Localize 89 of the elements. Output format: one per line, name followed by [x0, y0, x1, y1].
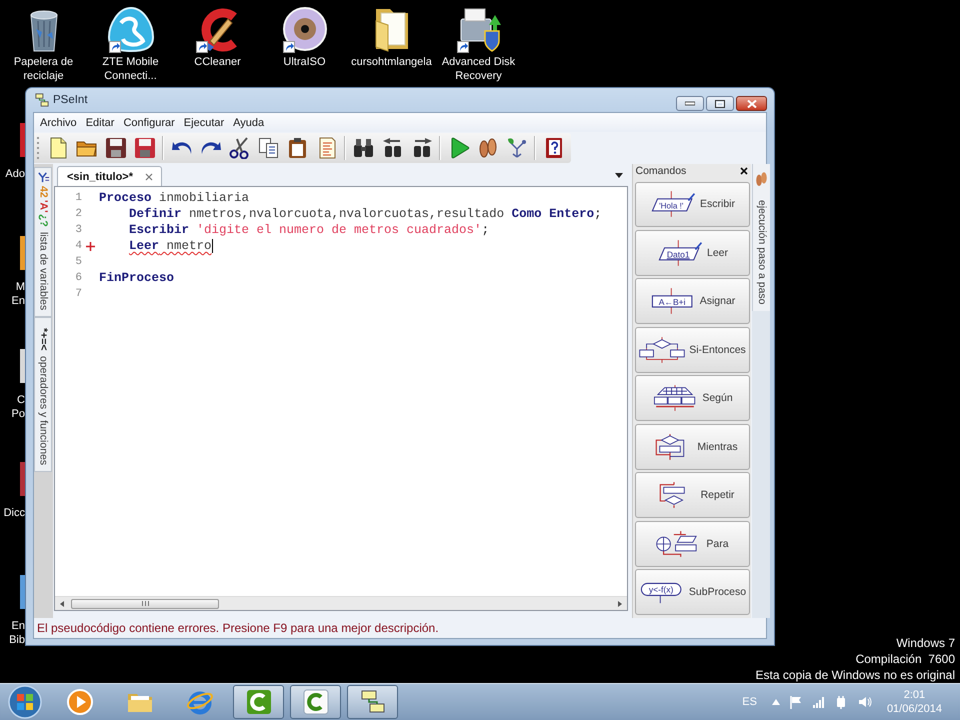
side-tab[interactable]: ejecución paso a paso	[752, 164, 770, 310]
variables-icon	[36, 171, 50, 184]
menu-item[interactable]: Configurar	[121, 114, 182, 132]
system-notice: Esta copia de Windows no es original	[756, 667, 955, 683]
line-number: 6	[74, 272, 82, 284]
maximize-button[interactable]	[706, 96, 734, 111]
close-icon	[740, 167, 748, 176]
close-button[interactable]	[736, 96, 767, 111]
horizontal-scrollbar[interactable]	[55, 596, 627, 610]
command-button[interactable]: Según	[634, 375, 750, 422]
icon-label: M En	[12, 280, 25, 308]
app-icon[interactable]	[106, 5, 154, 53]
close-icon	[145, 172, 154, 180]
taskbar-button[interactable]	[290, 685, 341, 719]
clipboard-icon	[286, 137, 308, 159]
system-notice: Windows 7	[896, 635, 955, 651]
command-button[interactable]: Si-Entonces	[634, 326, 750, 373]
command-button[interactable]: A←B+i Asignar	[634, 278, 750, 324]
copy-icon	[258, 137, 280, 159]
start-orb-icon	[8, 685, 42, 719]
c-logo-icon	[244, 688, 272, 716]
flowchart-icon	[35, 93, 49, 107]
symbol-text: *+=<	[36, 328, 50, 351]
c-logo-icon	[302, 688, 330, 716]
code-line: Definir nmetros,nvalorcuota,nvalorcuotas,resultado Como Entero;	[129, 206, 602, 222]
code-line: Escribir 'digite el numero de metros cuadrados';	[129, 222, 490, 238]
line-number: 7	[74, 288, 82, 300]
symbol-text: 'A'	[36, 200, 50, 212]
right-arrow-icon	[618, 600, 622, 606]
line-number: 5	[74, 256, 82, 268]
symbol-text: ¿?	[36, 214, 50, 228]
window-title: PSeInt	[53, 94, 88, 106]
panel-title: Comandos	[636, 165, 686, 178]
side-tab[interactable]: 42 'A' ¿? lista de variables	[34, 167, 52, 318]
code-line: Proceso inmobiliaria	[99, 190, 250, 206]
icon-label: Dicc	[4, 506, 25, 520]
up-triangle-icon	[772, 699, 780, 705]
left-arrow-icon	[60, 600, 64, 606]
binoculars-icon	[352, 137, 374, 159]
footprints-icon	[476, 137, 498, 159]
code-editor[interactable]: 1 Proceso inmobiliaria 2 Definir nmetros,nvalorcuota,nvalorcuotas,resultado Como Entero; 3 Escribir 'digite el numero de metros cuadrados'; 4 Leer nmetro 5 6 FinProceso 7	[54, 186, 628, 611]
command-button[interactable]: Repetir	[634, 472, 750, 518]
command-button[interactable]: y<-f(x) SubProceso	[634, 569, 750, 616]
line-number: 2	[74, 208, 82, 220]
icon-label: En Bib	[9, 619, 25, 647]
code-line: FinProceso	[99, 270, 174, 286]
taskbar-button[interactable]	[233, 685, 284, 719]
decision-branch-icon	[638, 336, 686, 363]
menu-item[interactable]: Ejecutar	[182, 114, 232, 132]
footprints-icon	[755, 170, 768, 189]
icon-label: UltraISO	[283, 55, 326, 69]
icon-label: Advanced Disk Recovery	[440, 55, 516, 83]
menu-item[interactable]: Ayuda	[231, 114, 272, 132]
minimize-button[interactable]	[676, 96, 704, 111]
play-circle-icon	[66, 688, 94, 716]
line-number: 1	[74, 192, 82, 204]
icon-label: Ado	[5, 167, 25, 181]
flowchart-icon	[506, 137, 528, 159]
close-button[interactable]	[740, 167, 748, 176]
disc-icon[interactable]	[280, 5, 328, 53]
system-notice: Compilación 7600	[856, 651, 955, 667]
menu-item[interactable]: Archivo	[38, 114, 84, 132]
command-button[interactable]: Para	[634, 520, 750, 567]
editor-tab[interactable]: <sin_titulo>*	[57, 166, 162, 186]
symbol-text: 42	[36, 186, 50, 198]
grip-icon[interactable]	[37, 136, 40, 160]
line-number: 3	[74, 224, 82, 236]
taskbar-button[interactable]	[347, 685, 398, 719]
icon-label: cursohtmlangela	[351, 55, 432, 69]
tab-list-button[interactable]	[614, 170, 624, 180]
side-tab[interactable]: *+=< operadores y funciones	[34, 317, 52, 472]
binoculars-icon	[382, 137, 404, 159]
grip-icon	[142, 601, 148, 606]
command-button[interactable]: Dato1 Leer	[634, 230, 750, 276]
minimize-icon	[685, 100, 695, 108]
scrollbar-thumb[interactable]	[71, 598, 219, 608]
scissors-icon	[228, 137, 250, 159]
status-message: El pseudocódigo contiene errores. Presione F9 para una mejor descripción.	[37, 621, 439, 635]
close-icon	[746, 100, 756, 108]
icon-label: CCleaner	[194, 55, 241, 69]
dropdown-arrow-icon	[615, 172, 623, 178]
maximize-icon	[715, 100, 725, 108]
code-line: Leer nmetro	[129, 238, 212, 254]
icon-label: ZTE Mobile Connecti...	[101, 55, 160, 83]
command-button[interactable]: Mientras	[634, 424, 750, 470]
icon-label: Papelera de reciclaje	[12, 55, 74, 83]
menu-item[interactable]: Editar	[84, 114, 122, 132]
icon-label: C Po	[12, 393, 25, 421]
line-number: 4	[74, 240, 82, 252]
